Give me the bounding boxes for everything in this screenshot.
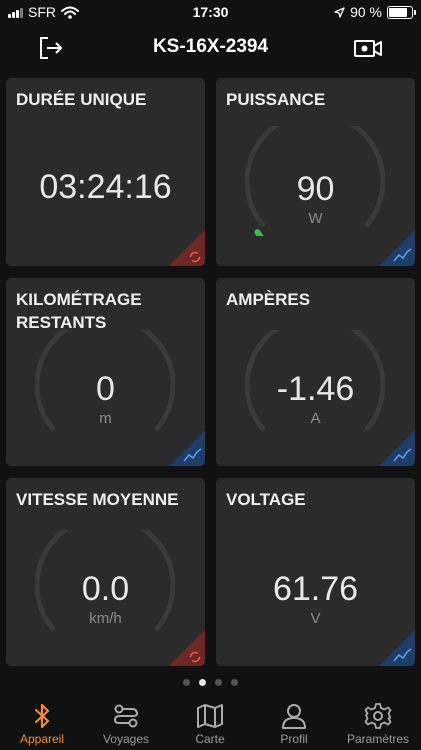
battery-icon	[387, 5, 416, 19]
app-header: KS-16X-2394	[0, 30, 421, 66]
card-voltage[interactable]: VOLTAGE 61.76 V	[216, 478, 415, 666]
tab-label: Voyages	[102, 732, 150, 746]
tab-label: Profil	[280, 732, 308, 746]
tab-bar: Appareil Voyages Carte Profil Paramètres	[0, 696, 421, 750]
card-amperes[interactable]: AMPÈRES -1.46 A	[216, 278, 415, 466]
chart-corner-icon[interactable]	[379, 630, 415, 666]
page-dot[interactable]	[231, 679, 238, 686]
card-value: 0	[96, 370, 115, 408]
tab-appareil[interactable]: Appareil	[0, 696, 84, 746]
settings-gear-icon	[364, 703, 392, 729]
card-value: 03:24:16	[39, 168, 172, 206]
map-icon	[197, 704, 223, 728]
tab-carte[interactable]: Carte	[168, 696, 252, 746]
card-label: VITESSE MOYENNE	[16, 490, 179, 509]
card-unit: km/h	[89, 610, 122, 627]
chart-corner-icon[interactable]	[379, 430, 415, 466]
card-puissance[interactable]: PUISSANCE 90 W	[216, 78, 415, 266]
status-bar: SFR 17:30 90 %	[0, 0, 421, 24]
card-value: -1.46	[276, 370, 355, 408]
profile-icon	[282, 704, 306, 729]
bluetooth-icon	[34, 703, 50, 729]
page-dot[interactable]	[199, 679, 206, 686]
card-label: VOLTAGE	[226, 490, 306, 509]
card-value: 0.0	[81, 570, 130, 608]
card-vitesse-moyenne[interactable]: VITESSE MOYENNE 0.0 km/h	[6, 478, 205, 666]
reset-corner-icon[interactable]	[169, 630, 205, 666]
page-dot[interactable]	[183, 679, 190, 686]
route-icon	[113, 704, 139, 728]
tab-label: Carte	[195, 732, 225, 746]
chart-corner-icon[interactable]	[379, 230, 415, 266]
battery-percent: 90 %	[350, 4, 382, 20]
video-camera-icon[interactable]	[353, 35, 383, 61]
card-label: KILOMÉTRAGE RESTANTS	[16, 290, 142, 332]
card-kilometrage-restants[interactable]: KILOMÉTRAGE RESTANTS 0 m	[6, 278, 205, 466]
chart-corner-icon[interactable]	[169, 430, 205, 466]
page-dot[interactable]	[215, 679, 222, 686]
card-label: AMPÈRES	[226, 290, 311, 309]
card-unit: m	[99, 410, 112, 427]
tab-label: Paramètres	[346, 732, 410, 746]
card-duree-unique[interactable]: DURÉE UNIQUE 03:24:16	[6, 78, 205, 266]
tab-label: Appareil	[19, 732, 65, 746]
card-value: 90	[296, 170, 335, 208]
reset-corner-icon[interactable]	[169, 230, 205, 266]
card-label: PUISSANCE	[226, 90, 326, 109]
card-unit: W	[308, 210, 323, 227]
gauge-fill	[254, 229, 264, 236]
page-indicator[interactable]	[0, 679, 421, 686]
card-unit: A	[310, 410, 321, 427]
location-arrow-icon	[334, 6, 345, 18]
card-value: 61.76	[272, 570, 359, 608]
tab-profil[interactable]: Profil	[252, 696, 336, 746]
tab-parametres[interactable]: Paramètres	[336, 696, 420, 746]
tab-voyages[interactable]: Voyages	[84, 696, 168, 746]
card-label: DURÉE UNIQUE	[16, 90, 147, 109]
card-unit: V	[310, 610, 321, 627]
